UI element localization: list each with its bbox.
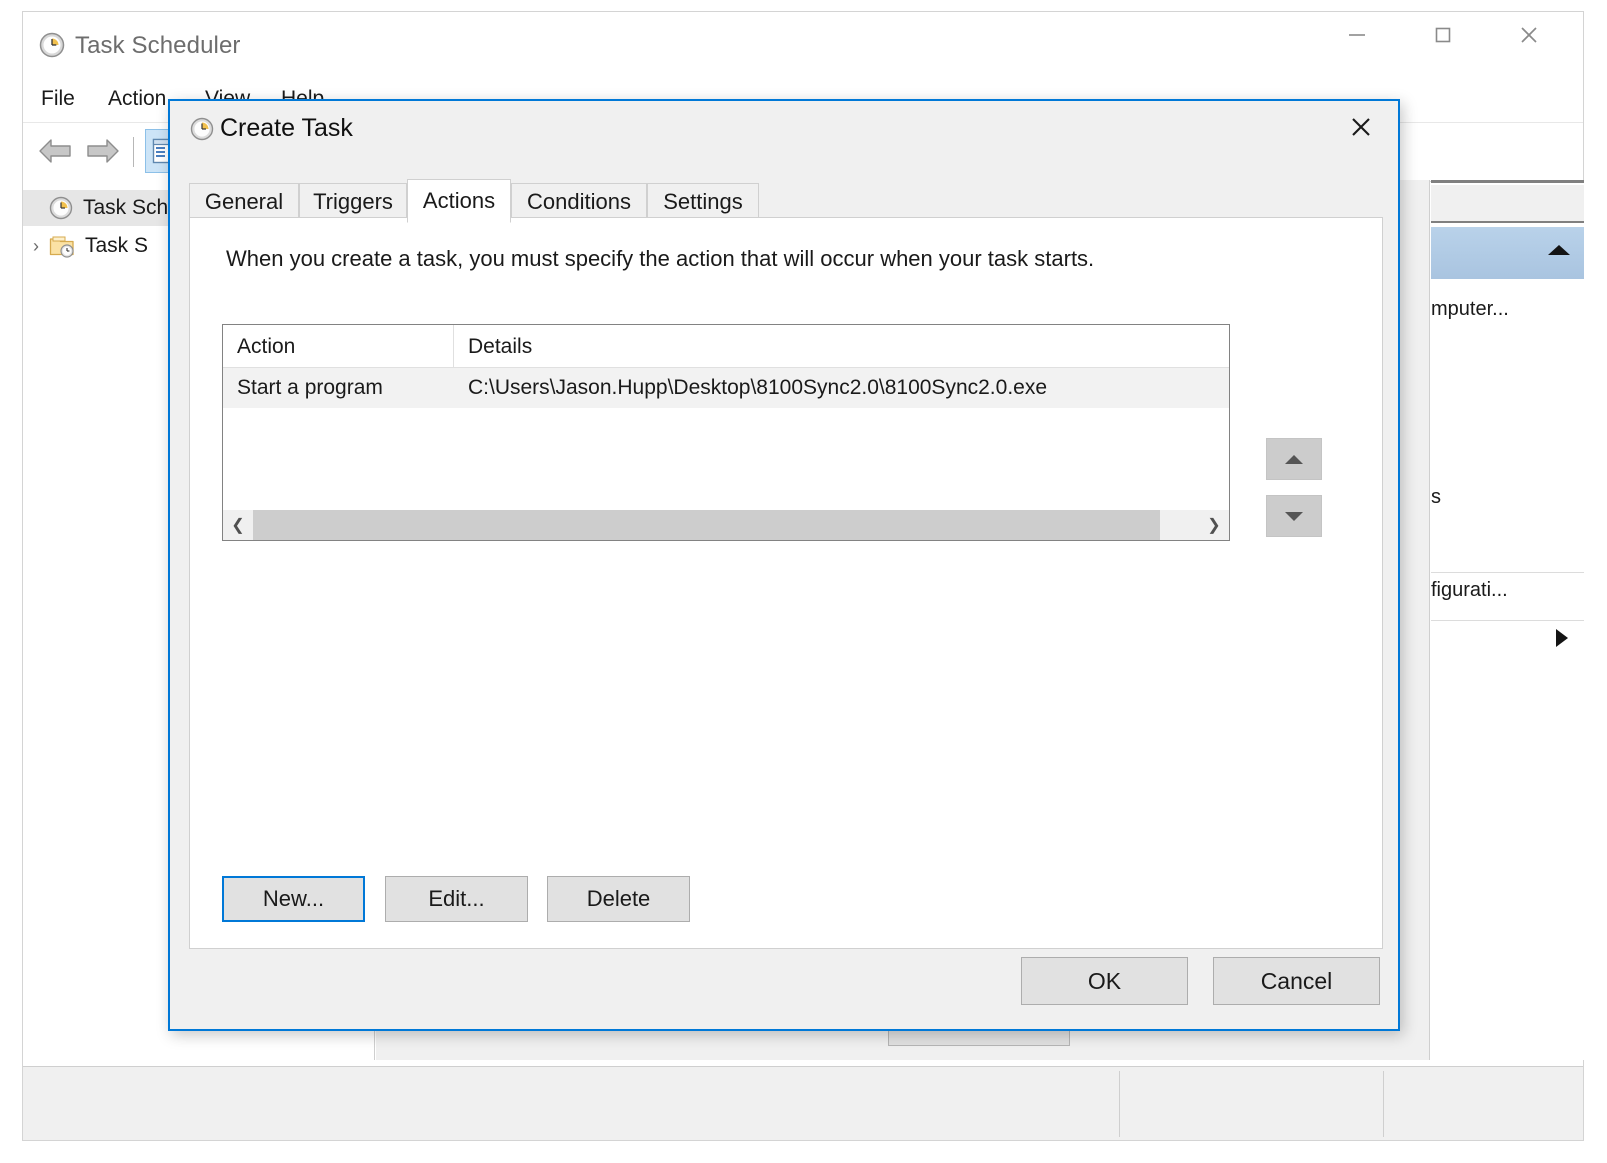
cell-details: C:\Users\Jason.Hupp\Desktop\8100Sync2.0\… [468, 376, 1048, 399]
ok-button[interactable]: OK [1021, 957, 1188, 1005]
submenu-arrow-icon[interactable] [1556, 629, 1568, 647]
triangle-down-glyph [1285, 511, 1303, 521]
actions-pane-top-rule [1431, 180, 1584, 183]
move-down-icon[interactable] [1266, 495, 1322, 537]
actions-pane-item-label: s [1431, 485, 1441, 508]
delete-button[interactable]: Delete [547, 876, 690, 922]
close-icon[interactable] [1497, 12, 1561, 58]
collapse-triangle-icon[interactable] [1548, 245, 1570, 255]
chevron-right-icon[interactable]: › [23, 236, 49, 257]
maximize-icon[interactable] [1411, 12, 1475, 58]
back-arrow-icon[interactable] [33, 129, 79, 173]
tree-item-label: Task Sche [83, 196, 180, 219]
column-header-details[interactable]: Details [454, 325, 1229, 368]
tab-conditions[interactable]: Conditions [511, 183, 647, 221]
cancel-button[interactable]: Cancel [1213, 957, 1380, 1005]
actions-tab-panel: When you create a task, you must specify… [189, 217, 1383, 949]
table-row[interactable]: Start a program C:\Users\Jason.Hupp\Desk… [223, 368, 1229, 408]
actions-pane-item-label: figurati... [1431, 578, 1508, 601]
create-task-dialog: Create Task General Triggers Actions Con… [168, 99, 1400, 1031]
new-button[interactable]: New... [222, 876, 365, 922]
clock-icon [49, 196, 73, 220]
clock-icon [39, 32, 65, 58]
clock-icon [190, 117, 214, 141]
actions-pane: mputer... s figurati... [1431, 180, 1584, 1060]
actions-pane-title [1431, 185, 1584, 223]
tab-triggers[interactable]: Triggers [299, 183, 407, 221]
dialog-title: Create Task [220, 114, 353, 142]
instruction-text: When you create a task, you must specify… [226, 246, 1095, 271]
actions-pane-item-submenu[interactable] [1431, 620, 1584, 655]
column-header-action[interactable]: Action [223, 325, 454, 368]
window-titlebar: Task Scheduler [23, 12, 1583, 78]
horizontal-scrollbar[interactable]: ❮ ❯ [223, 510, 1229, 540]
dialog-tabstrip: General Triggers Actions Conditions Sett… [189, 179, 1383, 223]
task-folder-icon [49, 234, 75, 258]
dialog-titlebar: Create Task [170, 101, 1398, 159]
minimize-icon[interactable] [1325, 12, 1389, 58]
actions-pane-item-tasks[interactable]: s [1431, 480, 1584, 514]
actions-pane-item-account-configuration[interactable]: figurati... [1431, 572, 1584, 607]
listview-header: Action Details [223, 325, 1229, 368]
edit-button[interactable]: Edit... [385, 876, 528, 922]
menu-item-action[interactable]: Action [108, 87, 166, 111]
chevron-left-icon[interactable]: ❮ [223, 510, 253, 540]
actions-listview[interactable]: Action Details Start a program C:\Users\… [222, 324, 1230, 541]
status-bar [23, 1066, 1583, 1140]
cell-action: Start a program [237, 376, 383, 399]
triangle-up-glyph [1285, 454, 1303, 464]
menu-item-file[interactable]: File [41, 87, 75, 111]
actions-pane-item-label: mputer... [1431, 297, 1509, 320]
toolbar-separator [133, 137, 134, 167]
tree-item-label: Task S [85, 234, 149, 257]
window-title: Task Scheduler [75, 32, 241, 59]
chevron-right-icon[interactable]: ❯ [1199, 510, 1229, 540]
status-bar-divider [1119, 1071, 1120, 1137]
scrollbar-thumb[interactable] [253, 510, 1160, 540]
screen: Task Scheduler File Action View Help [0, 0, 1607, 1163]
forward-arrow-icon[interactable] [79, 129, 125, 173]
actions-pane-section-header[interactable] [1431, 227, 1584, 279]
status-bar-divider [1383, 1071, 1384, 1137]
move-up-icon[interactable] [1266, 438, 1322, 480]
tab-actions[interactable]: Actions [407, 179, 511, 223]
tab-settings[interactable]: Settings [647, 183, 759, 221]
actions-pane-item-connect-to-another-computer[interactable]: mputer... [1431, 292, 1584, 326]
close-icon[interactable] [1330, 101, 1392, 153]
tab-general[interactable]: General [189, 183, 299, 221]
